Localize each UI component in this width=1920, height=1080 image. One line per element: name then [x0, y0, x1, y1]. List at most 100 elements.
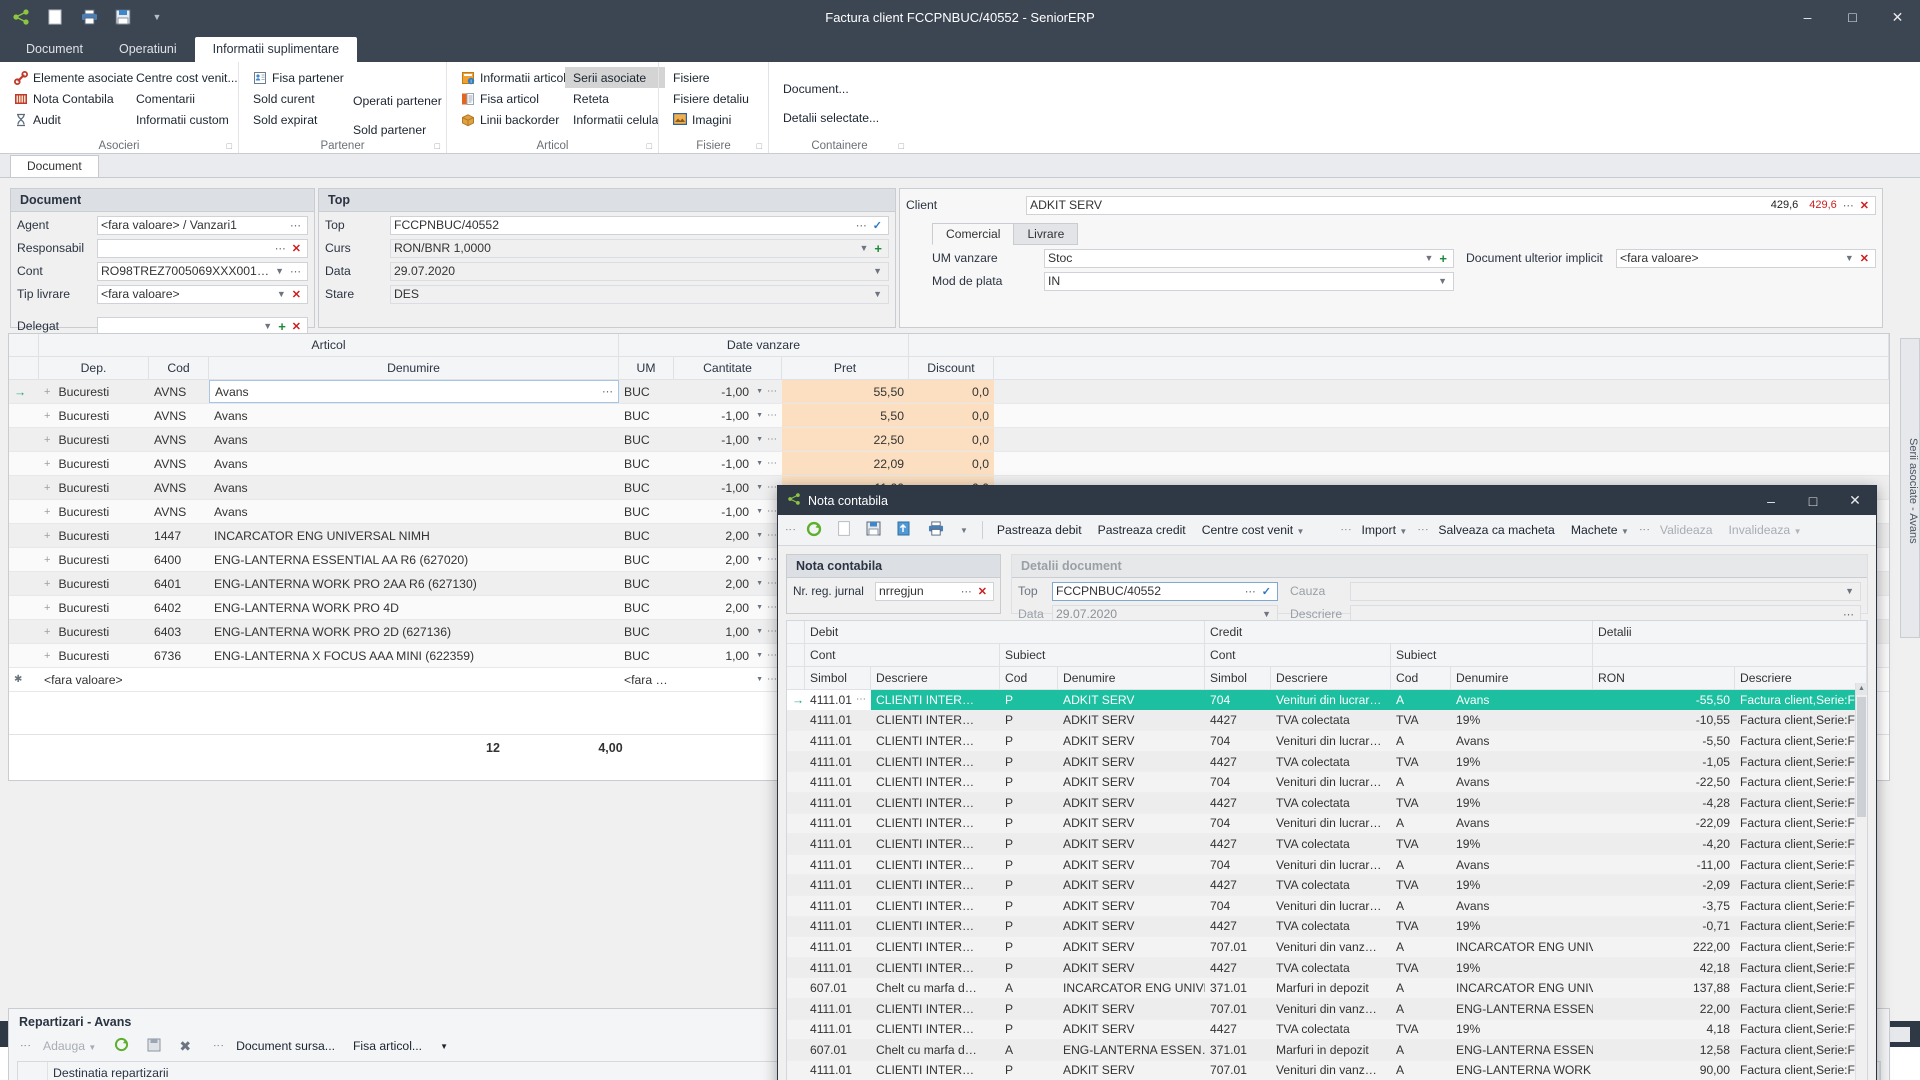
- cell-detalii-descriere[interactable]: Factura client,Serie:FCCP…: [1735, 978, 1867, 998]
- chevron-down-icon[interactable]: ▼: [260, 321, 275, 331]
- dialog-launcher-icon[interactable]: □: [757, 141, 762, 151]
- centre-cost-venit-button[interactable]: Centre cost venit ▼: [1195, 520, 1312, 540]
- cell-credit-descriere[interactable]: Venituri din lucrar…: [1271, 896, 1391, 916]
- nota-minimize-button[interactable]: –: [1750, 486, 1792, 515]
- check-icon[interactable]: ✓: [1259, 585, 1274, 598]
- table-row[interactable]: 4111.01 CLIENTI INTER… P ADKIT SERV 4427 TVA …: [787, 751, 1867, 773]
- col-credit-descriere[interactable]: Descriere: [1271, 667, 1391, 690]
- cell-credit-descriere[interactable]: Venituri din lucrar…: [1271, 814, 1391, 834]
- cell-detalii-descriere[interactable]: Factura client,Serie:FCCP…: [1735, 731, 1867, 751]
- cell-debit-denumire[interactable]: ADKIT SERV: [1058, 690, 1205, 710]
- cell-cantitate[interactable]: 2,00 ▼ ⋯: [674, 524, 782, 547]
- ribbon-item-informatii-articol[interactable]: i Informatii articol: [453, 67, 566, 88]
- cell-cod[interactable]: AVNS: [149, 428, 209, 451]
- drag-handle-icon-4[interactable]: ⋮: [1638, 524, 1651, 536]
- cell-credit-simbol[interactable]: 704: [1205, 690, 1271, 710]
- cell-dep[interactable]: + Bucuresti: [39, 452, 149, 475]
- field-tip-livrare[interactable]: Tip livrare <fara valoare> ▼ ✕: [17, 284, 308, 304]
- ellipsis-icon[interactable]: ⋯: [958, 585, 975, 598]
- cell-debit-descriere[interactable]: CLIENTI INTER…: [871, 690, 1000, 710]
- cell-credit-cod[interactable]: A: [1391, 731, 1451, 751]
- table-row[interactable]: 4111.01 CLIENTI INTER… P ADKIT SERV 4427 TVA …: [787, 1019, 1867, 1041]
- cell-debit-denumire[interactable]: ADKIT SERV: [1058, 875, 1205, 895]
- cell-um[interactable]: BUC: [619, 572, 674, 595]
- cell-dep[interactable]: + Bucuresti: [39, 500, 149, 523]
- cell-um[interactable]: BUC: [619, 644, 674, 667]
- cell-cod[interactable]: 1447: [149, 524, 209, 547]
- col-ron[interactable]: RON: [1593, 667, 1735, 690]
- field-agent[interactable]: Agent <fara valoare> / Vanzari1 ⋯: [17, 215, 308, 235]
- chevron-down-icon[interactable]: ▼: [1421, 253, 1436, 263]
- cell-cod[interactable]: AVNS: [149, 380, 209, 403]
- cell-detalii-descriere[interactable]: Factura client,Serie:FCCP…: [1735, 917, 1867, 937]
- cell-denumire[interactable]: Avans: [209, 428, 619, 451]
- nr-reg-jurnal-input[interactable]: nrregjun ⋯ ✕: [875, 581, 994, 601]
- ellipsis-icon[interactable]: ⋯: [602, 385, 613, 398]
- cell-um[interactable]: BUC: [619, 548, 674, 571]
- table-row[interactable]: 4111.01 CLIENTI INTER… P ADKIT SERV 704 Venit…: [787, 772, 1867, 793]
- cell-denumire[interactable]: ENG-LANTERNA X FOCUS AAA MINI (622359): [209, 644, 619, 667]
- cell-cantitate[interactable]: 2,00 ▼ ⋯: [674, 596, 782, 619]
- share-icon[interactable]: [10, 6, 32, 28]
- cell-credit-descriere[interactable]: TVA colectata: [1271, 917, 1391, 937]
- cell-debit-simbol[interactable]: 4111.01: [805, 999, 871, 1019]
- cell-ron[interactable]: 42,18: [1593, 958, 1735, 978]
- cell-debit-descriere[interactable]: CLIENTI INTER…: [871, 772, 1000, 792]
- ellipsis-icon[interactable]: ⋯: [767, 506, 777, 517]
- cell-ron[interactable]: -4,20: [1593, 834, 1735, 854]
- tab-document[interactable]: Document: [10, 155, 99, 177]
- cell-credit-denumire[interactable]: 19%: [1451, 917, 1593, 937]
- table-row[interactable]: 4111.01 CLIENTI INTER… P ADKIT SERV 4427 TVA …: [787, 710, 1867, 732]
- expand-row-icon[interactable]: +: [44, 530, 50, 542]
- cell-cod[interactable]: AVNS: [149, 500, 209, 523]
- cell-credit-denumire[interactable]: ENG-LANTERNA ESSEN…: [1451, 999, 1593, 1019]
- client-input[interactable]: ADKIT SERV 429,6 429,6 ⋯ ✕: [1026, 195, 1876, 215]
- cell-dep[interactable]: + Bucuresti: [39, 644, 149, 667]
- cell-credit-cod[interactable]: TVA: [1391, 793, 1451, 813]
- check-icon[interactable]: ✓: [870, 219, 885, 232]
- ellipsis-icon[interactable]: ⋯: [1242, 585, 1259, 598]
- adauga-button[interactable]: Adauga ▼: [36, 1036, 103, 1056]
- cell-debit-simbol[interactable]: 4111.01: [805, 875, 871, 895]
- cell-ron[interactable]: -22,50: [1593, 772, 1735, 792]
- invalideaza-button[interactable]: Invalideaza ▼: [1722, 520, 1809, 540]
- cell-credit-descriere[interactable]: Venituri din lucrar…: [1271, 690, 1391, 710]
- salveaza-ca-macheta-button[interactable]: Salveaza ca macheta: [1431, 520, 1562, 540]
- field-nota-top[interactable]: Top FCCPNBUC/40552 ⋯ ✓: [1018, 581, 1278, 601]
- cell-dep[interactable]: + Bucuresti: [39, 596, 149, 619]
- ellipsis-icon[interactable]: ⋯: [767, 554, 777, 565]
- cell-detalii-descriere[interactable]: Factura client,Serie:FCCP…: [1735, 711, 1867, 731]
- cell-dep[interactable]: + Bucuresti: [39, 572, 149, 595]
- ellipsis-icon[interactable]: ⋯: [767, 578, 777, 589]
- ellipsis-icon[interactable]: ⋯: [767, 482, 777, 493]
- cell-debit-descriere[interactable]: CLIENTI INTER…: [871, 834, 1000, 854]
- cell-credit-denumire[interactable]: 19%: [1451, 711, 1593, 731]
- tab-livrare[interactable]: Livrare: [1013, 223, 1079, 245]
- cell-debit-cod[interactable]: P: [1000, 1020, 1058, 1040]
- cell-debit-denumire[interactable]: INCARCATOR ENG UNIVE…: [1058, 978, 1205, 998]
- cell-credit-denumire[interactable]: Avans: [1451, 731, 1593, 751]
- cell-um[interactable]: <fara …: [619, 668, 674, 691]
- cell-detalii-descriere[interactable]: Factura client,Serie:FCCP…: [1735, 690, 1867, 710]
- chevron-down-icon[interactable]: ▼: [756, 508, 763, 515]
- cell-credit-descriere[interactable]: Venituri din vanz…: [1271, 1061, 1391, 1080]
- cell-credit-simbol[interactable]: 371.01: [1205, 1040, 1271, 1060]
- tab-comercial[interactable]: Comercial: [932, 223, 1015, 245]
- ribbon-item-serii-asociate[interactable]: Serii asociate: [565, 67, 665, 88]
- cell-cantitate[interactable]: -1,00 ▼ ⋯: [674, 380, 782, 403]
- cell-credit-descriere[interactable]: TVA colectata: [1271, 711, 1391, 731]
- cell-credit-cod[interactable]: A: [1391, 999, 1451, 1019]
- dialog-launcher-icon[interactable]: □: [647, 141, 652, 151]
- cell-debit-simbol[interactable]: 4111.01: [805, 711, 871, 731]
- cell-credit-denumire[interactable]: INCARCATOR ENG UNIVE…: [1451, 937, 1593, 957]
- cell-denumire[interactable]: ENG-LANTERNA WORK PRO 4D: [209, 596, 619, 619]
- cell-credit-simbol[interactable]: 4427: [1205, 711, 1271, 731]
- ellipsis-icon[interactable]: ⋯: [1840, 199, 1857, 212]
- cell-debit-descriere[interactable]: CLIENTI INTER…: [871, 875, 1000, 895]
- ribbon-item-document[interactable]: Document...: [775, 78, 904, 99]
- cell-debit-simbol[interactable]: 4111.01: [805, 958, 871, 978]
- export-icon[interactable]: [890, 518, 919, 542]
- ribbon-item-fisiere-detaliu[interactable]: Fisiere detaliu: [665, 88, 762, 109]
- cell-credit-denumire[interactable]: Avans: [1451, 814, 1593, 834]
- cell-ron[interactable]: -5,50: [1593, 731, 1735, 751]
